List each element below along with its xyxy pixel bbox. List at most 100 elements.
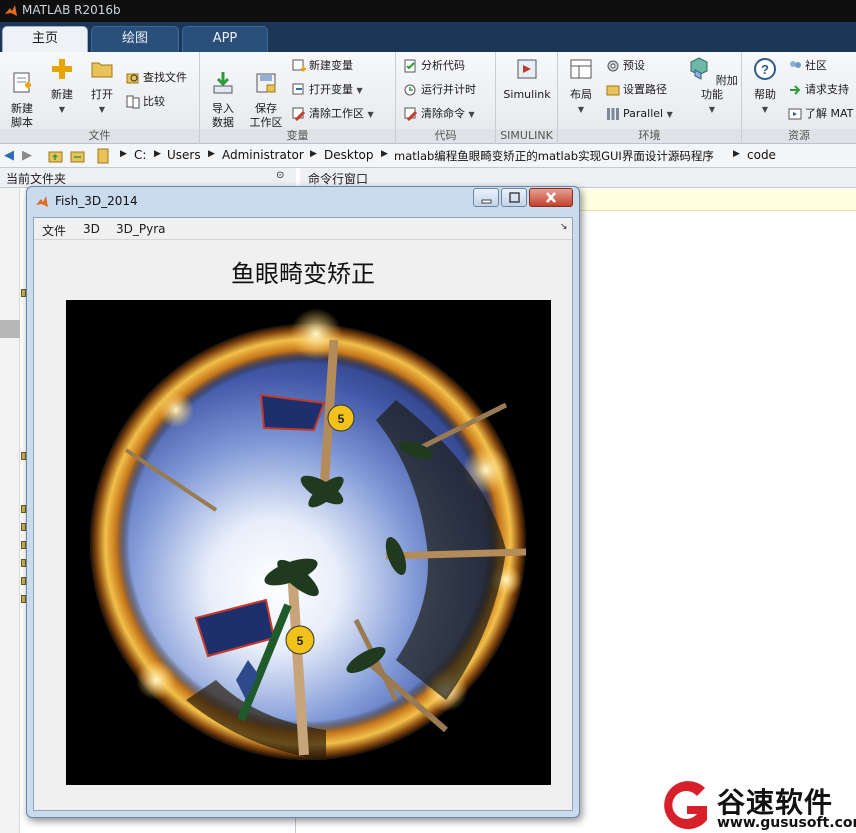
add-ons-icon bbox=[690, 57, 708, 80]
svg-text:?: ? bbox=[761, 62, 769, 77]
community-label: 社区 bbox=[805, 59, 827, 72]
folder-icon bbox=[97, 148, 109, 164]
forward-arrow-icon[interactable]: ▶ bbox=[22, 148, 32, 163]
analyze-code-button[interactable]: 分析代码 bbox=[404, 56, 465, 76]
open-button[interactable]: 打开 ▼ bbox=[84, 56, 120, 117]
breadcrumb-item[interactable]: C: bbox=[134, 148, 146, 162]
breadcrumb-item[interactable]: Desktop bbox=[324, 148, 374, 162]
gear-icon bbox=[607, 60, 619, 72]
dropdown-arrow-icon: ▼ bbox=[666, 110, 673, 119]
compare-label: 比较 bbox=[143, 95, 165, 108]
menu-file[interactable]: 文件 bbox=[42, 222, 66, 239]
clear-workspace-button[interactable]: 清除工作区 ▼ bbox=[292, 104, 374, 124]
section-label-file: 文件 bbox=[0, 129, 199, 143]
new-script-label: 新建 脚本 bbox=[11, 102, 33, 129]
svg-text:5: 5 bbox=[297, 634, 304, 648]
ribbon-section-simulink: Simulink SIMULINK bbox=[496, 52, 558, 144]
simulink-button[interactable]: Simulink bbox=[500, 56, 554, 102]
figure-window-title: Fish_3D_2014 bbox=[55, 194, 138, 208]
up-folder-icon[interactable] bbox=[48, 148, 64, 164]
tab-apps[interactable]: APP bbox=[182, 26, 268, 52]
matlab-logo-icon bbox=[5, 5, 17, 16]
layout-icon bbox=[570, 59, 592, 79]
community-button[interactable]: 社区 bbox=[788, 56, 827, 76]
ribbon-section-resources: ? 帮助 ▼ 社区 请求支持 了解 MAT 资源 bbox=[742, 52, 856, 144]
maximize-button[interactable] bbox=[501, 188, 527, 207]
figure-heading: 鱼眼畸变矫正 bbox=[231, 260, 375, 288]
clear-workspace-label: 清除工作区 bbox=[309, 107, 364, 120]
breadcrumb-item[interactable]: Users bbox=[167, 148, 201, 162]
compare-button[interactable]: 比较 bbox=[126, 92, 165, 112]
help-label: 帮助 bbox=[754, 88, 776, 101]
ribbon-section-variable: 导入 数据 保存 工作区 新建变量 打开变量 ▼ 清除工作区 ▼ 变量 bbox=[200, 52, 396, 144]
matlab-figure-icon bbox=[36, 196, 48, 207]
app-title-bar: MATLAB R2016b bbox=[0, 0, 856, 22]
find-files-icon bbox=[126, 73, 139, 84]
compare-icon bbox=[126, 95, 140, 109]
menubar-dock-arrow-icon[interactable]: ↘ bbox=[560, 222, 568, 232]
breadcrumb-item[interactable]: matlab编程鱼眼畸变矫正的matlab实现GUI界面设计源码程序 bbox=[394, 148, 714, 164]
set-path-button[interactable]: 设置路径 bbox=[606, 80, 667, 100]
clear-commands-label: 清除命令 bbox=[421, 107, 465, 120]
browse-folder-icon[interactable] bbox=[70, 148, 86, 164]
analyze-code-icon bbox=[404, 59, 416, 73]
folder-list-gutter bbox=[0, 188, 20, 833]
minimize-button[interactable] bbox=[473, 188, 499, 207]
section-label-resources: 资源 bbox=[742, 129, 856, 143]
minimize-icon bbox=[481, 199, 492, 204]
save-workspace-label: 保存 工作区 bbox=[249, 102, 283, 129]
simulink-icon bbox=[517, 59, 537, 79]
breadcrumb-item[interactable]: Administrator bbox=[222, 148, 304, 162]
tab-plots[interactable]: 绘图 bbox=[91, 26, 179, 52]
watermark-url: www.gususoft.com bbox=[717, 815, 856, 831]
new-button[interactable]: 新建 ▼ bbox=[44, 56, 80, 117]
learn-matlab-button[interactable]: 了解 MAT bbox=[788, 104, 853, 124]
dropdown-arrow-icon: ▼ bbox=[468, 110, 475, 119]
section-label-simulink: SIMULINK bbox=[496, 129, 557, 143]
help-button[interactable]: ? 帮助 ▼ bbox=[746, 56, 784, 117]
import-data-button[interactable]: 导入 数据 bbox=[204, 56, 242, 130]
preferences-label: 预设 bbox=[623, 59, 645, 72]
address-bar: ◀ ▶ ▶ C: ▶ Users ▶ Administrator ▶ Deskt… bbox=[0, 144, 856, 168]
save-workspace-icon bbox=[256, 73, 276, 93]
fisheye-photo: 5 5 bbox=[90, 308, 527, 760]
find-files-label: 查找文件 bbox=[143, 71, 187, 84]
figure-menu-bar: 文件 3D 3D_Pyra ↘ bbox=[34, 218, 572, 240]
brand-logo-icon bbox=[664, 781, 707, 830]
new-script-button[interactable]: 新建 脚本 bbox=[4, 56, 40, 130]
close-icon bbox=[546, 192, 556, 203]
folder-open-icon bbox=[91, 62, 113, 78]
learn-matlab-label: 了解 MAT bbox=[805, 107, 854, 120]
save-workspace-button[interactable]: 保存 工作区 bbox=[246, 56, 286, 130]
section-label-code: 代码 bbox=[396, 129, 495, 143]
close-button[interactable] bbox=[529, 188, 573, 207]
panel-menu-icon[interactable]: ⊙ bbox=[276, 170, 284, 181]
preferences-button[interactable]: 预设 bbox=[606, 56, 645, 76]
new-script-icon bbox=[13, 72, 31, 93]
layout-button[interactable]: 布局 ▼ bbox=[562, 56, 600, 117]
request-support-button[interactable]: 请求支持 bbox=[788, 80, 849, 100]
find-files-button[interactable]: 查找文件 bbox=[126, 68, 187, 88]
dropdown-arrow-icon: ▼ bbox=[98, 105, 106, 114]
breadcrumb-separator: ▶ bbox=[310, 149, 317, 159]
open-variable-button[interactable]: 打开变量 ▼ bbox=[292, 80, 363, 100]
set-path-icon bbox=[606, 85, 620, 96]
menu-3d[interactable]: 3D bbox=[83, 222, 100, 236]
back-arrow-icon[interactable]: ◀ bbox=[4, 148, 14, 163]
community-icon bbox=[790, 61, 801, 68]
run-and-time-button[interactable]: 运行并计时 bbox=[404, 80, 476, 100]
breadcrumb-separator: ▶ bbox=[381, 149, 388, 159]
menu-3d-pyra[interactable]: 3D_Pyra bbox=[116, 222, 166, 236]
current-folder-header: 当前文件夹 ⊙ bbox=[0, 168, 296, 188]
ribbon-tab-row: 主页 绘图 APP bbox=[0, 22, 856, 52]
add-ons-button[interactable]: 附加功能 ▼ bbox=[686, 56, 738, 117]
figure-window[interactable]: Fish_3D_2014 文件 3D 3D_Pyra ↘ 鱼眼畸变矫正 5 5 bbox=[26, 186, 580, 818]
current-folder-title: 当前文件夹 bbox=[6, 172, 67, 186]
parallel-button[interactable]: Parallel ▼ bbox=[606, 104, 673, 124]
breadcrumb-item[interactable]: code bbox=[747, 148, 776, 162]
run-and-time-label: 运行并计时 bbox=[421, 83, 476, 96]
clear-commands-button[interactable]: 清除命令 ▼ bbox=[404, 104, 475, 124]
tab-home[interactable]: 主页 bbox=[2, 26, 88, 52]
new-variable-button[interactable]: 新建变量 bbox=[292, 56, 353, 76]
breadcrumb-separator: ▶ bbox=[120, 149, 127, 159]
